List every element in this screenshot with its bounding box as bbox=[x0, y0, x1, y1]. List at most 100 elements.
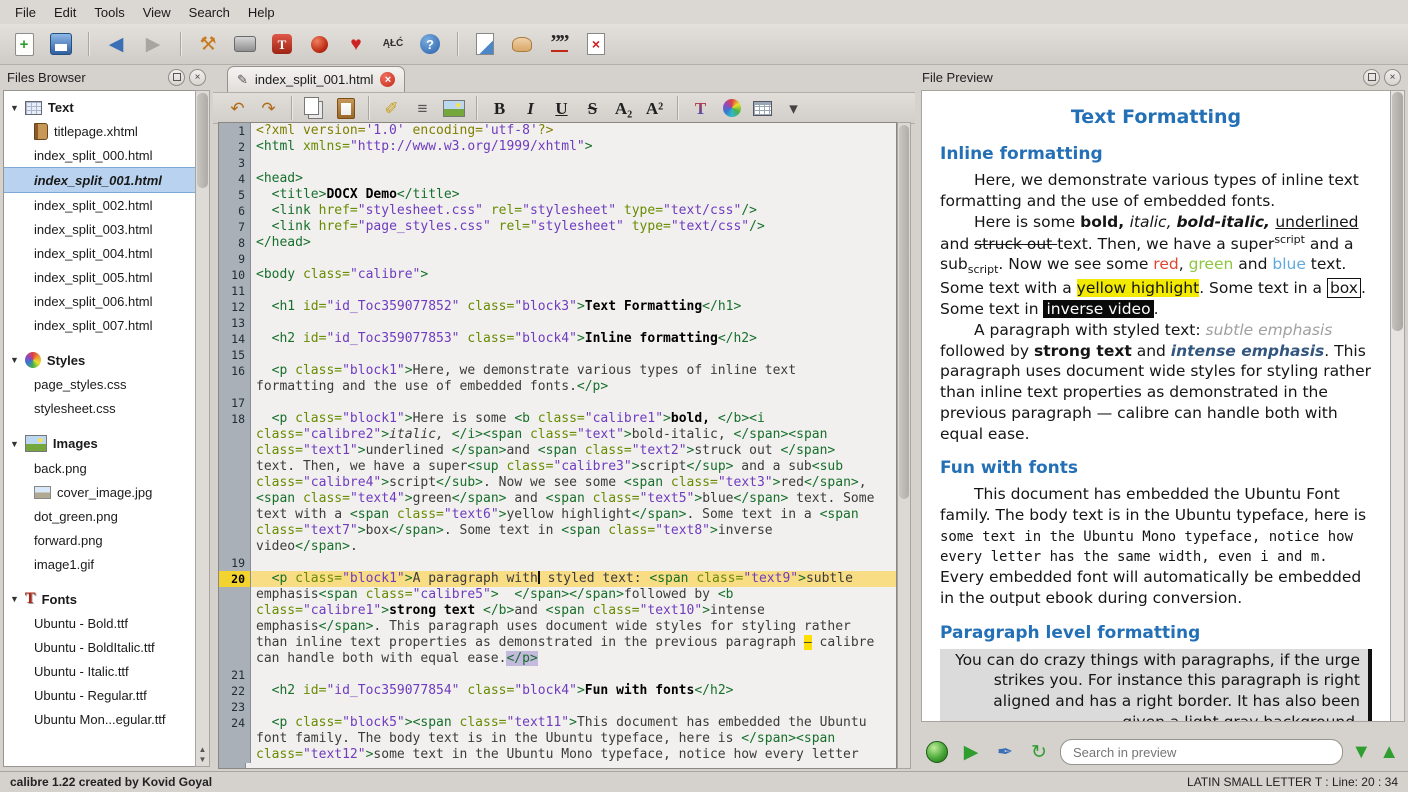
code-row[interactable]: 20 <p class="block1">A paragraph with st… bbox=[219, 571, 896, 587]
file-item-index_split_004.html[interactable]: index_split_004.html bbox=[4, 241, 196, 265]
code-row[interactable]: 9 bbox=[219, 251, 896, 267]
strikethrough-button[interactable]: S bbox=[580, 96, 605, 121]
edit-toc-button[interactable]: T bbox=[268, 30, 296, 58]
menu-help[interactable]: Help bbox=[239, 2, 284, 23]
code-row[interactable]: 17 bbox=[219, 395, 896, 411]
code-row[interactable]: 19 bbox=[219, 555, 896, 571]
code-row[interactable]: 10<body class="calibre"> bbox=[219, 267, 896, 283]
scrollbar-steppers[interactable]: ▲▼ bbox=[196, 745, 209, 765]
redo-button[interactable]: ↷ bbox=[256, 96, 281, 121]
menu-tools[interactable]: Tools bbox=[85, 2, 133, 23]
italic-button[interactable]: I bbox=[518, 96, 543, 121]
code-row[interactable]: 5 <title>DOCX Demo</title> bbox=[219, 187, 896, 203]
file-item-page_styles.css[interactable]: page_styles.css bbox=[4, 372, 196, 396]
file-item-Ubuntu - BoldItalic.ttf[interactable]: Ubuntu - BoldItalic.ttf bbox=[4, 635, 196, 659]
close-panel-button[interactable]: × bbox=[1384, 69, 1401, 86]
code-row[interactable]: video</span>. bbox=[219, 539, 896, 555]
code-row[interactable]: formatting and the use of embedded fonts… bbox=[219, 379, 896, 395]
code-row[interactable]: 23 bbox=[219, 699, 896, 715]
code-row[interactable]: class="text12">some text in the Ubuntu M… bbox=[219, 747, 896, 763]
live-preview-button[interactable] bbox=[924, 739, 950, 765]
preview-scrollbar[interactable] bbox=[1390, 90, 1405, 722]
section-text[interactable]: ▼Text bbox=[4, 95, 196, 119]
code-row[interactable]: 1<?xml version='1.0' encoding='utf-8'?> bbox=[219, 123, 896, 139]
insert-image-button[interactable] bbox=[441, 96, 466, 121]
tab-index_split_001[interactable]: ✎ index_split_001.html × bbox=[227, 66, 405, 92]
code-row[interactable]: text. Then, we have a super<sup class="c… bbox=[219, 459, 896, 475]
insert-file-button[interactable] bbox=[471, 30, 499, 58]
superscript-button[interactable]: A² bbox=[642, 96, 667, 121]
code-row[interactable]: 6 <link href="stylesheet.css" rel="style… bbox=[219, 203, 896, 219]
file-item-Ubuntu Mon...egular.ttf[interactable]: Ubuntu Mon...egular.ttf bbox=[4, 707, 196, 731]
scrollbar-thumb[interactable] bbox=[899, 125, 909, 499]
close-panel-button[interactable]: × bbox=[189, 69, 206, 86]
code-row[interactable]: 24 <p class="block5"><span class="text11… bbox=[219, 715, 896, 731]
section-styles[interactable]: ▼Styles bbox=[4, 347, 196, 372]
code-row[interactable]: 3 bbox=[219, 155, 896, 171]
donate-button[interactable]: ♥ bbox=[342, 30, 370, 58]
code-row[interactable]: than inline text properties as demonstra… bbox=[219, 635, 896, 651]
code-row[interactable]: 13 bbox=[219, 315, 896, 331]
scrollbar-thumb[interactable] bbox=[1392, 92, 1403, 331]
fix-html-button[interactable]: ⚒ bbox=[194, 30, 222, 58]
copy-button[interactable] bbox=[302, 96, 327, 121]
save-button[interactable] bbox=[47, 30, 75, 58]
file-item-forward.png[interactable]: forward.png bbox=[4, 528, 196, 552]
file-item-index_split_001.html[interactable]: index_split_001.html bbox=[4, 167, 196, 193]
scrollbar-thumb[interactable] bbox=[197, 93, 208, 188]
preview-search-input[interactable] bbox=[1060, 739, 1343, 765]
tab-close-button[interactable]: × bbox=[380, 72, 395, 87]
help-button[interactable]: ? bbox=[416, 30, 444, 58]
file-item-index_split_007.html[interactable]: index_split_007.html bbox=[4, 313, 196, 337]
file-item-dot_green.png[interactable]: dot_green.png bbox=[4, 504, 196, 528]
file-item-stylesheet.css[interactable]: stylesheet.css bbox=[4, 396, 196, 420]
find-previous-button[interactable]: ▲ bbox=[1379, 741, 1399, 764]
code-row[interactable]: font family. The body text is in the Ubu… bbox=[219, 731, 896, 747]
menu-view[interactable]: View bbox=[134, 2, 180, 23]
code-row[interactable]: 14 <h2 id="id_Toc359077853" class="block… bbox=[219, 331, 896, 347]
code-row[interactable]: class="text1">underlined </span>and <spa… bbox=[219, 443, 896, 459]
file-item-Ubuntu - Italic.ttf[interactable]: Ubuntu - Italic.ttf bbox=[4, 659, 196, 683]
menu-search[interactable]: Search bbox=[180, 2, 239, 23]
special-char-button[interactable]: T bbox=[688, 96, 713, 121]
code-row[interactable]: emphasis<span class="calibre5"> </span><… bbox=[219, 587, 896, 603]
check-book-button[interactable] bbox=[305, 30, 333, 58]
file-item-index_split_000.html[interactable]: index_split_000.html bbox=[4, 143, 196, 167]
find-next-button[interactable]: ▼ bbox=[1351, 741, 1371, 764]
code-row[interactable]: class="text7">box</span>. Some text in <… bbox=[219, 523, 896, 539]
file-item-titlepage.xhtml[interactable]: titlepage.xhtml bbox=[4, 119, 196, 143]
file-item-cover_image.jpg[interactable]: cover_image.jpg bbox=[4, 480, 196, 504]
file-item-image1.gif[interactable]: image1.gif bbox=[4, 552, 196, 576]
code-row[interactable]: text with a <span class="text6">yellow h… bbox=[219, 507, 896, 523]
code-row[interactable]: class="calibre1">strong text </b>and <sp… bbox=[219, 603, 896, 619]
file-item-back.png[interactable]: back.png bbox=[4, 456, 196, 480]
file-item-Ubuntu - Bold.ttf[interactable]: Ubuntu - Bold.ttf bbox=[4, 611, 196, 635]
code-row[interactable]: 8</head> bbox=[219, 235, 896, 251]
code-row[interactable]: 18 <p class="block1">Here is some <b cla… bbox=[219, 411, 896, 427]
code-row[interactable]: <span class="text4">green</span> and <sp… bbox=[219, 491, 896, 507]
more-options-button[interactable]: ▾ bbox=[781, 96, 806, 121]
code-row[interactable]: 16 <p class="block1">Here, we demonstrat… bbox=[219, 363, 896, 379]
color-button[interactable] bbox=[719, 96, 744, 121]
device-preview-button[interactable] bbox=[231, 30, 259, 58]
insert-list-button[interactable]: ≡ bbox=[410, 96, 435, 121]
code-row[interactable]: 7 <link href="page_styles.css" rel="styl… bbox=[219, 219, 896, 235]
code-row[interactable]: 2<html xmlns="http://www.w3.org/1999/xht… bbox=[219, 139, 896, 155]
open-in-editor-button[interactable]: ✒ bbox=[992, 739, 1018, 765]
code-row[interactable]: 4<head> bbox=[219, 171, 896, 187]
code-row[interactable]: class="calibre4">script</sub>. Now we se… bbox=[219, 475, 896, 491]
new-file-button[interactable]: + bbox=[10, 30, 38, 58]
auto-refresh-button[interactable]: ▶ bbox=[958, 739, 984, 765]
file-item-index_split_003.html[interactable]: index_split_003.html bbox=[4, 217, 196, 241]
code-editor[interactable]: 1<?xml version='1.0' encoding='utf-8'?>2… bbox=[218, 122, 897, 769]
remove-file-button[interactable]: × bbox=[582, 30, 610, 58]
code-row[interactable]: 12 <h1 id="id_Toc359077852" class="block… bbox=[219, 299, 896, 315]
back-button[interactable]: ◀ bbox=[102, 30, 130, 58]
file-item-Ubuntu - Regular.ttf[interactable]: Ubuntu - Regular.ttf bbox=[4, 683, 196, 707]
smarten-punctuation-button[interactable]: ”” bbox=[545, 30, 573, 58]
float-panel-button[interactable] bbox=[168, 69, 185, 86]
file-item-index_split_002.html[interactable]: index_split_002.html bbox=[4, 193, 196, 217]
editor-scrollbar[interactable] bbox=[897, 122, 911, 769]
files-scrollbar[interactable]: ▲▼ bbox=[195, 90, 210, 767]
section-fonts[interactable]: ▼TFonts bbox=[4, 586, 196, 611]
